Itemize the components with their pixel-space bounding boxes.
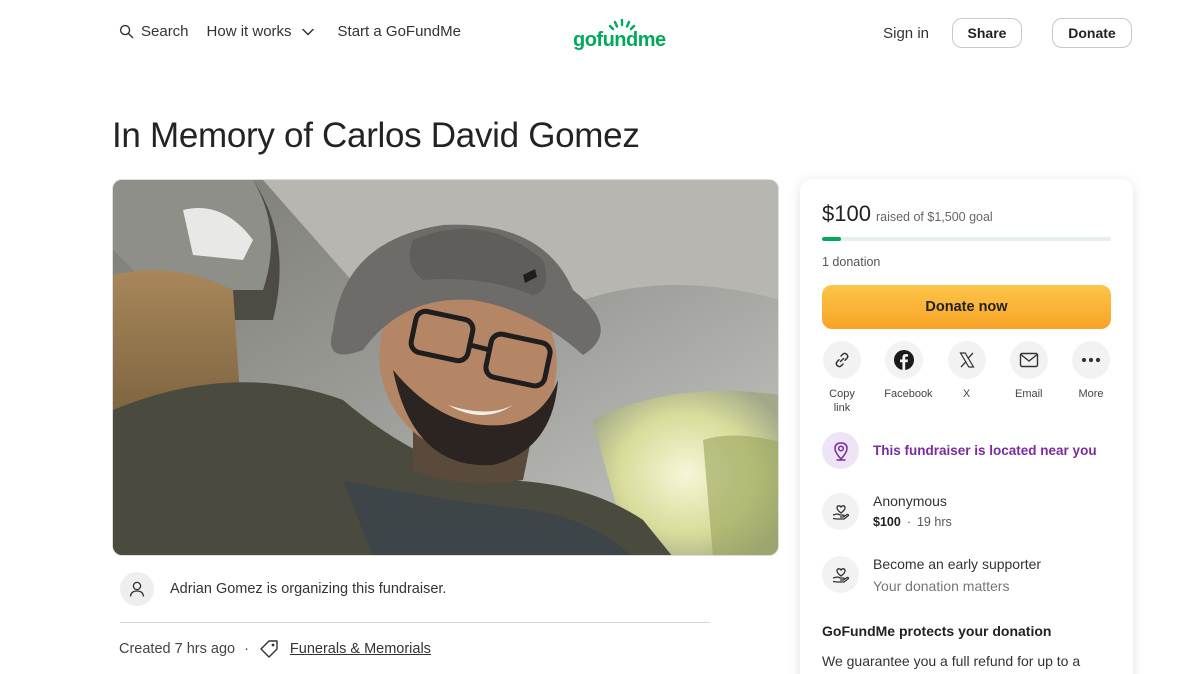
early-supporter-subtitle: Your donation matters: [873, 578, 1010, 594]
protect-body: We guarantee you a full refund for up to…: [822, 653, 1081, 669]
fundraiser-photo[interactable]: [112, 179, 779, 556]
progress-fill: [822, 237, 842, 241]
meta-separator: ·: [244, 641, 249, 657]
near-you-banner: This fundraiser is located near you: [822, 432, 1097, 469]
avatar: [120, 572, 154, 606]
email-icon: [1019, 352, 1038, 368]
start-gofundme-label: Start a GoFundMe: [337, 23, 461, 40]
protect-title: GoFundMe protects your donation: [822, 623, 1052, 639]
fundraiser-meta: Created 7 hrs ago · Funerals & Memorials: [119, 638, 431, 660]
search-link[interactable]: Search: [119, 23, 189, 40]
donation-circle: [822, 493, 859, 530]
raised-amount: $100: [822, 201, 871, 226]
share-facebook[interactable]: Facebook: [876, 341, 933, 415]
page-title: In Memory of Carlos David Gomez: [112, 116, 640, 155]
early-supporter-title: Become an early supporter: [873, 556, 1042, 572]
donor-name: Anonymous: [873, 493, 947, 509]
divider: [120, 622, 710, 623]
link-icon: [835, 352, 849, 368]
organizer-row: Adrian Gomez is organizing this fundrais…: [120, 572, 446, 606]
share-circle: [1009, 341, 1048, 379]
how-it-works-menu[interactable]: How it works: [207, 23, 314, 40]
share-copy-link[interactable]: Copy link: [814, 341, 870, 415]
share-circle: [823, 341, 861, 379]
heart-hand-icon: [832, 567, 849, 583]
donation-amount: $100: [873, 515, 901, 529]
progress-bar: [822, 237, 1111, 241]
user-icon: [129, 581, 145, 597]
heart-hand-icon: [832, 504, 849, 520]
donation-count: 1 donation: [822, 255, 881, 269]
chevron-down-icon: [301, 28, 314, 35]
recent-donation: Anonymous $100 · 19 hrs: [822, 493, 952, 530]
facebook-icon: [894, 350, 915, 370]
donation-card: $100 raised of $1,500 goal 1 donation Do…: [800, 179, 1133, 674]
logo-svg: gofundme: [573, 18, 667, 51]
share-x[interactable]: X: [939, 341, 995, 415]
donation-time: 19 hrs: [916, 515, 952, 529]
gofundme-logo[interactable]: gofundme: [573, 17, 673, 51]
x-icon: [958, 352, 975, 368]
search-icon: [119, 24, 134, 39]
nav-right: Sign in Share Donate: [883, 18, 1132, 48]
raised-summary: $100 raised of $1,500 goal: [822, 201, 993, 227]
near-circle: [822, 432, 859, 469]
donation-detail: $100 · 19 hrs: [873, 515, 952, 529]
share-label: X: [962, 388, 971, 400]
share-email[interactable]: Email: [1001, 341, 1057, 415]
how-it-works-label: How it works: [206, 23, 292, 40]
share-options: Copy link Facebook X Email More: [814, 341, 1119, 415]
near-you-text: This fundraiser is located near you: [873, 443, 1097, 458]
tag-icon: [260, 640, 278, 658]
site-header: Search How it works Start a GoFundMe gof…: [0, 0, 1200, 68]
early-supporter-text: Become an early supporter Your donation …: [873, 556, 1041, 594]
search-label: Search: [141, 23, 189, 40]
start-gofundme-link[interactable]: Start a GoFundMe: [338, 23, 461, 40]
created-time: Created 7 hrs ago: [119, 641, 236, 657]
share-more[interactable]: More: [1063, 341, 1119, 415]
location-pin-icon: [833, 441, 848, 461]
share-circle: [885, 341, 924, 379]
nav-left: Search How it works Start a GoFundMe: [119, 23, 461, 40]
share-circle: [1072, 341, 1110, 379]
early-supporter: Become an early supporter Your donation …: [822, 556, 1041, 594]
share-label: Facebook: [884, 388, 933, 400]
photo-illustration: [113, 180, 778, 555]
share-label: More: [1078, 388, 1104, 400]
organizer-text: Adrian Gomez is organizing this fundrais…: [170, 581, 447, 597]
category-link[interactable]: Funerals & Memorials: [290, 641, 431, 657]
header-donate-button[interactable]: Donate: [1052, 18, 1132, 48]
share-label: Email: [1014, 388, 1043, 400]
share-label: Copy link: [829, 388, 855, 414]
more-icon: [1081, 357, 1101, 363]
detail-separator: ·: [906, 515, 911, 529]
sign-in-link[interactable]: Sign in: [883, 25, 929, 42]
supporter-circle: [822, 556, 859, 593]
recent-donation-text: Anonymous $100 · 19 hrs: [873, 493, 952, 529]
logo-text: gofundme: [573, 29, 666, 51]
donate-now-button[interactable]: Donate now: [822, 285, 1111, 329]
share-circle: [947, 341, 986, 379]
goal-text: raised of $1,500 goal: [875, 210, 993, 224]
header-share-button[interactable]: Share: [952, 18, 1022, 48]
